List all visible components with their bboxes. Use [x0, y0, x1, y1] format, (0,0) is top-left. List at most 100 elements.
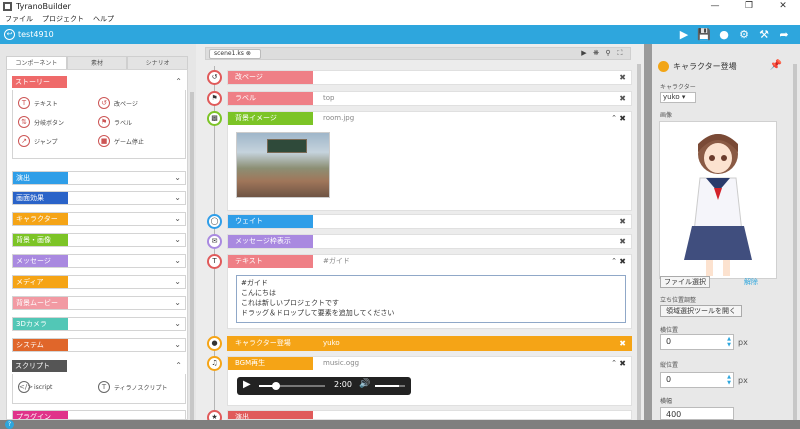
stepper-icon[interactable]: ▲ ▼	[727, 374, 731, 386]
category-message[interactable]: メッセージ ⌄	[12, 254, 186, 268]
component-label: テキスト	[34, 100, 58, 108]
editor-scrollbar[interactable]	[637, 64, 641, 420]
width-input[interactable]: 400	[660, 407, 734, 420]
menu-help[interactable]: ヘルプ	[93, 14, 114, 24]
tab-components[interactable]: コンポーネント	[6, 56, 67, 70]
tag-row-label[interactable]: ラベル top ✖	[227, 91, 632, 106]
scene-tab[interactable]: scene1.ks ⊗	[209, 49, 261, 59]
file-select-button[interactable]: ファイル選択	[660, 276, 710, 288]
component-game-stop[interactable]: ■ ゲーム停止	[98, 135, 144, 147]
tag-row-background[interactable]: 背景イメージ room.jpg ⌃ ✖	[227, 111, 632, 211]
help-icon[interactable]: ?	[5, 420, 14, 429]
play-scene-icon[interactable]: ▶	[578, 48, 590, 59]
search-icon[interactable]: ⚲	[602, 48, 614, 59]
chevron-up-icon[interactable]: ⌃	[611, 357, 617, 370]
chevron-up-icon[interactable]: ⌃	[175, 360, 182, 372]
unit-label: px	[738, 376, 748, 385]
delete-icon[interactable]: ✖	[619, 71, 626, 84]
component-tyranoscript[interactable]: T ティラノスクリプト	[98, 381, 168, 393]
component-iscript[interactable]: </> iscript	[18, 381, 52, 393]
tag-row-newpage[interactable]: 改ページ ✖	[227, 70, 632, 85]
chevron-down-icon[interactable]: ⌄	[174, 339, 181, 351]
delete-icon[interactable]: ✖	[619, 112, 626, 125]
chevron-down-icon[interactable]: ⌄	[174, 276, 181, 288]
chevron-up-icon[interactable]: ⌃	[611, 255, 617, 268]
project-indicator[interactable]: ↩ test4910	[4, 29, 54, 40]
delete-icon[interactable]: ✖	[619, 255, 626, 268]
tag-row-message-frame[interactable]: メッセージ枠表示 ✖	[227, 234, 632, 249]
category-background[interactable]: 背景・画像 ⌄	[12, 233, 186, 247]
classroom-chalkboard	[267, 139, 307, 153]
character-icon[interactable]: ●	[714, 28, 734, 41]
component-newpage[interactable]: ↺ 改ページ	[98, 97, 138, 109]
chevron-down-icon[interactable]: ⌄	[174, 234, 181, 246]
chevron-up-icon[interactable]: ⌃	[175, 76, 182, 88]
close-button[interactable]: ✕	[766, 0, 800, 13]
delete-icon[interactable]: ✖	[619, 357, 626, 370]
tag-row-wait[interactable]: ウェイト ✖	[227, 214, 632, 229]
category-story[interactable]: ストーリー ⌃	[12, 76, 186, 90]
play-icon[interactable]: ▶	[243, 379, 251, 390]
build-icon[interactable]: ⚒	[754, 28, 774, 41]
chevron-down-icon[interactable]: ⌄	[174, 192, 181, 204]
delete-icon[interactable]: ✖	[619, 337, 626, 350]
category-plugin[interactable]: プラグイン	[12, 410, 186, 420]
minimize-button[interactable]: —	[698, 0, 732, 13]
y-position-input[interactable]: 0 ▲ ▼	[660, 372, 734, 388]
component-branch-button[interactable]: ⇅ 分岐ボタン	[18, 116, 64, 128]
tag-row-text[interactable]: テキスト #ガイド ⌃ ✖ #ガイド こんにちは これは新しいプロジェクトです …	[227, 254, 632, 329]
fullscreen-icon[interactable]: ⛶	[614, 48, 626, 59]
tag-row-bgm[interactable]: BGM再生 music.ogg ⌃ ✖ ▶ 2:00 🔊	[227, 356, 632, 406]
category-script[interactable]: スクリプト ⌃	[12, 360, 186, 374]
dialogue-textarea[interactable]: #ガイド こんにちは これは新しいプロジェクトです ドラッグ＆ドロップして要素を…	[236, 275, 626, 323]
delete-icon[interactable]: ✖	[619, 215, 626, 228]
tab-scenario[interactable]: シナリオ	[127, 56, 189, 70]
seek-handle[interactable]	[271, 382, 280, 390]
tag-row-effect[interactable]: 演出	[227, 410, 632, 420]
chevron-down-icon[interactable]: ⌄	[174, 255, 181, 267]
gear-icon[interactable]: ⚙	[734, 28, 754, 41]
category-character[interactable]: キャラクター ⌄	[12, 212, 186, 226]
category-label: システム	[13, 339, 68, 351]
seek-bar[interactable]	[259, 382, 325, 390]
play-icon[interactable]: ▶	[674, 28, 694, 41]
menu-file[interactable]: ファイル	[5, 14, 33, 24]
volume-bar[interactable]	[375, 385, 405, 387]
component-jump[interactable]: ↗ ジャンプ	[18, 135, 58, 147]
chevron-down-icon[interactable]: ⌄	[174, 213, 181, 225]
category-bg-movie[interactable]: 背景ムービー ⌄	[12, 296, 186, 310]
character-select[interactable]: yuko ▾	[660, 92, 696, 103]
tag-row-character[interactable]: キャラクター登場 yuko ✖	[227, 336, 632, 351]
close-tab-icon[interactable]: ⊗	[246, 50, 251, 57]
tag-value: music.ogg	[323, 359, 360, 367]
chevron-down-icon[interactable]: ⌄	[174, 318, 181, 330]
delete-icon[interactable]: ✖	[619, 92, 626, 105]
component-label-tag[interactable]: ⚑ ラベル	[98, 116, 132, 128]
sidebar-scrollbar[interactable]	[190, 92, 194, 422]
category-media[interactable]: メディア ⌄	[12, 275, 186, 289]
category-screen-effects[interactable]: 画面効果 ⌄	[12, 191, 186, 205]
chevron-up-icon[interactable]: ⌃	[611, 112, 617, 125]
save-icon[interactable]: 💾	[694, 28, 714, 41]
chevron-down-icon[interactable]: ⌄	[174, 172, 181, 184]
menu-project[interactable]: プロジェクト	[42, 14, 84, 24]
x-position-input[interactable]: 0 ▲ ▼	[660, 334, 734, 350]
maximize-button[interactable]: ❐	[732, 0, 766, 13]
delete-icon[interactable]: ✖	[619, 235, 626, 248]
pin-icon[interactable]: 📌	[770, 60, 782, 71]
remove-link[interactable]: 解除	[744, 277, 758, 287]
debug-icon[interactable]: ❋	[590, 48, 602, 59]
region-tool-button[interactable]: 領域選択ツールを開く	[660, 305, 742, 317]
panel-scrollbar[interactable]	[793, 64, 797, 420]
chevron-down-icon[interactable]: ⌄	[174, 297, 181, 309]
component-text[interactable]: T テキスト	[18, 97, 58, 109]
stepper-icon[interactable]: ▲ ▼	[727, 336, 731, 348]
text-icon: T	[18, 97, 30, 109]
category-system[interactable]: システム ⌄	[12, 338, 186, 352]
category-3d-camera[interactable]: 3Dカメラ ⌄	[12, 317, 186, 331]
category-effects[interactable]: 演出 ⌄	[12, 171, 186, 185]
tab-assets[interactable]: 素材	[66, 56, 128, 70]
message-icon: ✉	[207, 234, 222, 249]
export-icon[interactable]: ➦	[774, 28, 794, 41]
volume-icon[interactable]: 🔊	[359, 379, 370, 389]
